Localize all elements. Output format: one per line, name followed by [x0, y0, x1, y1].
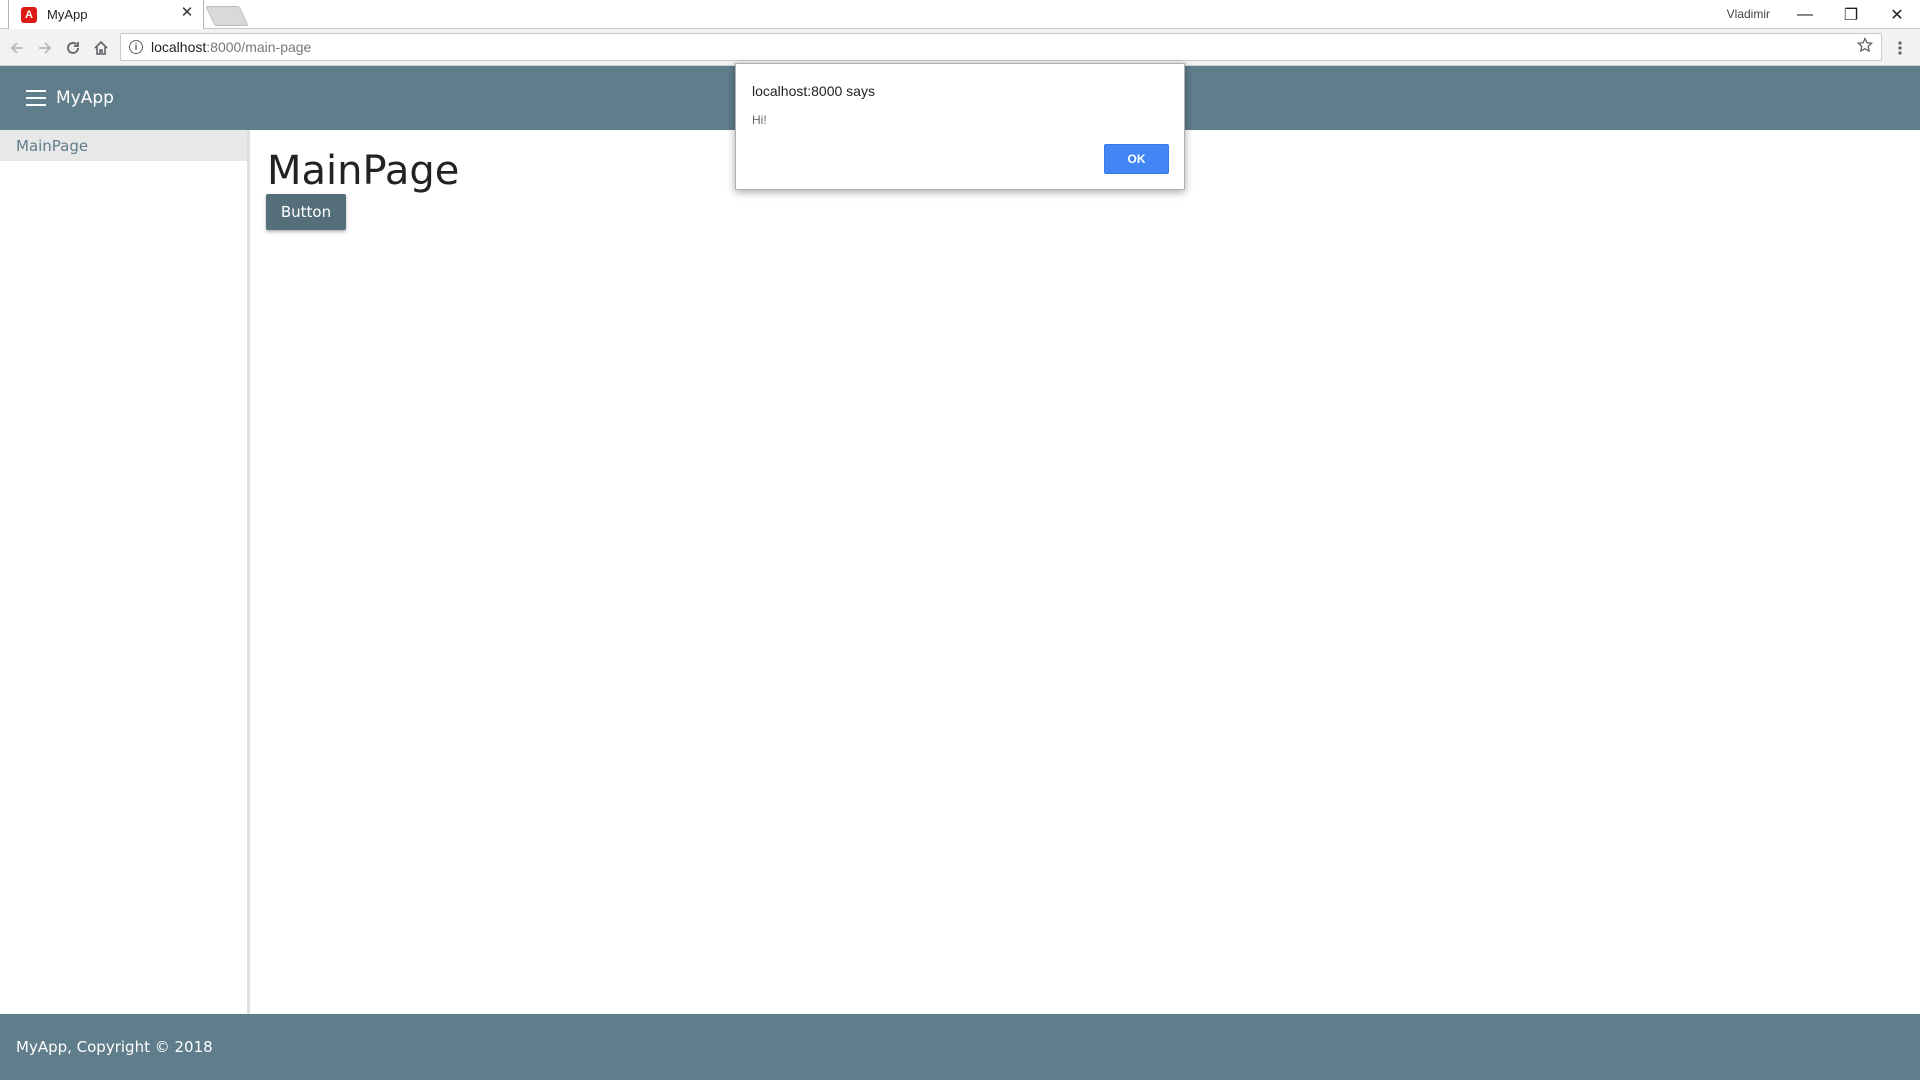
alert-ok-button[interactable]: OK: [1104, 144, 1169, 174]
address-bar[interactable]: i localhost:8000/main-page: [120, 33, 1882, 61]
url-text: localhost:8000/main-page: [151, 39, 312, 55]
sidebar: MainPage: [0, 130, 250, 1014]
star-icon[interactable]: [1856, 36, 1874, 58]
alert-title: localhost:8000 says: [752, 83, 875, 99]
info-icon[interactable]: i: [129, 40, 143, 54]
sidebar-item-label: MainPage: [16, 136, 89, 155]
profile-name[interactable]: Vladimir: [1727, 7, 1770, 21]
sidebar-item-mainpage[interactable]: MainPage: [0, 130, 247, 161]
app-footer: MyApp, Copyright © 2018: [0, 1014, 1920, 1080]
main-content: MainPage Button: [253, 130, 1920, 1014]
back-arrow-icon[interactable]: [6, 37, 28, 59]
browser-toolbar: i localhost:8000/main-page: [0, 29, 1920, 66]
new-tab-button[interactable]: [205, 6, 249, 26]
footer-copyright: MyApp, Copyright © 2018: [16, 1038, 213, 1056]
tab-title: MyApp: [47, 7, 88, 22]
minimize-icon[interactable]: —: [1782, 0, 1828, 29]
restore-icon[interactable]: ❐: [1828, 0, 1874, 29]
browser-titlebar: A MyApp ✕ Vladimir — ❐ ✕: [0, 0, 1920, 29]
alert-message: Hi!: [752, 113, 767, 127]
app-title: MyApp: [56, 88, 114, 108]
window-close-icon[interactable]: ✕: [1874, 0, 1920, 29]
page-title: MainPage: [267, 148, 460, 194]
hamburger-menu-icon[interactable]: [26, 90, 46, 106]
forward-arrow-icon[interactable]: [34, 37, 56, 59]
browser-tab-active[interactable]: A MyApp ✕: [8, 0, 204, 29]
home-icon[interactable]: [90, 37, 112, 59]
reload-icon[interactable]: [62, 37, 84, 59]
menu-dots-icon[interactable]: [1890, 37, 1910, 59]
main-button[interactable]: Button: [266, 194, 346, 230]
angular-favicon-icon: A: [21, 6, 37, 23]
tab-close-icon[interactable]: ✕: [179, 5, 195, 21]
alert-dialog: localhost:8000 says Hi! OK: [735, 63, 1185, 190]
